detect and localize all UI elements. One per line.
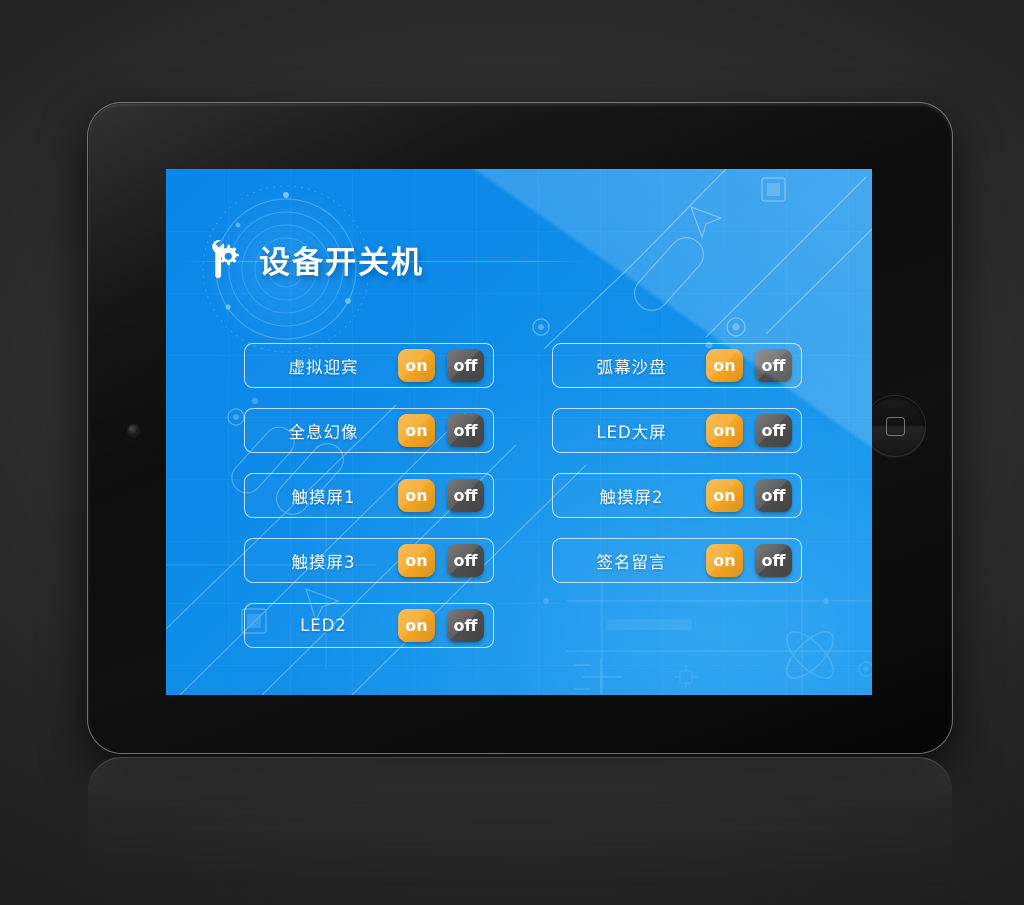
app-header: 设备开关机 (166, 169, 872, 353)
off-label: off (761, 356, 786, 375)
device-row[interactable]: 虚拟迎宾 on off (244, 343, 494, 388)
off-label: off (761, 421, 786, 440)
device-row[interactable]: 触摸屏1 on off (244, 473, 494, 518)
device-panel: 虚拟迎宾 on off 全息幻像 on off 触摸屏1 on off 触摸屏3… (244, 343, 802, 648)
on-button[interactable]: on (398, 414, 435, 447)
device-label: 触摸屏2 (599, 487, 664, 507)
on-label: on (713, 356, 736, 375)
switch-group: on off (706, 349, 792, 382)
on-label: on (713, 551, 736, 570)
switch-group: on off (398, 609, 484, 642)
on-button[interactable]: on (706, 479, 743, 512)
on-button[interactable]: on (706, 414, 743, 447)
off-label: off (761, 486, 786, 505)
device-column-right: 弧幕沙盘 on off LED大屏 on off 触摸屏2 on off 签名留… (552, 343, 802, 648)
tablet-device: 设备开关机 虚拟迎宾 on off 全息幻像 on off 触摸屏1 on of… (88, 103, 952, 753)
off-button[interactable]: off (447, 349, 484, 382)
off-label: off (453, 616, 478, 635)
on-label: on (713, 486, 736, 505)
switch-group: on off (398, 414, 484, 447)
tablet-reflection (88, 757, 952, 905)
on-label: on (713, 421, 736, 440)
device-label: 全息幻像 (288, 422, 359, 442)
device-column-left: 虚拟迎宾 on off 全息幻像 on off 触摸屏1 on off 触摸屏3… (244, 343, 494, 648)
switch-group: on off (706, 544, 792, 577)
switch-group: on off (398, 479, 484, 512)
camera-lens-icon (128, 425, 139, 436)
page-title: 设备开关机 (208, 231, 424, 287)
switch-group: on off (398, 349, 484, 382)
off-button[interactable]: off (447, 414, 484, 447)
switch-group: on off (398, 544, 484, 577)
on-label: on (405, 421, 428, 440)
off-button[interactable]: off (755, 544, 792, 577)
device-row[interactable]: LED大屏 on off (552, 408, 802, 453)
off-label: off (453, 551, 478, 570)
switch-group: on off (706, 414, 792, 447)
off-label: off (453, 421, 478, 440)
on-button[interactable]: on (706, 544, 743, 577)
off-label: off (453, 356, 478, 375)
device-row[interactable]: 触摸屏3 on off (244, 538, 494, 583)
on-button[interactable]: on (398, 609, 435, 642)
off-button[interactable]: off (447, 544, 484, 577)
on-label: on (405, 551, 428, 570)
on-button[interactable]: on (398, 544, 435, 577)
off-button[interactable]: off (447, 479, 484, 512)
off-button[interactable]: off (755, 349, 792, 382)
off-button[interactable]: off (447, 609, 484, 642)
home-square-icon (885, 416, 905, 436)
device-row[interactable]: 触摸屏2 on off (552, 473, 802, 518)
on-label: on (405, 356, 428, 375)
device-row[interactable]: LED2 on off (244, 603, 494, 648)
on-label: on (405, 486, 428, 505)
device-label: LED大屏 (596, 422, 667, 442)
device-label: 虚拟迎宾 (288, 357, 359, 377)
device-label: 触摸屏3 (291, 552, 356, 572)
device-row[interactable]: 签名留言 on off (552, 538, 802, 583)
home-button[interactable] (864, 395, 926, 457)
on-label: on (405, 616, 428, 635)
switch-group: on off (706, 479, 792, 512)
off-label: off (761, 551, 786, 570)
device-label: LED2 (300, 616, 347, 635)
device-label: 弧幕沙盘 (596, 357, 667, 377)
on-button[interactable]: on (398, 479, 435, 512)
app-screen: 设备开关机 虚拟迎宾 on off 全息幻像 on off 触摸屏1 on of… (166, 169, 872, 695)
on-button[interactable]: on (398, 349, 435, 382)
wrench-gear-icon (212, 239, 239, 279)
device-label: 触摸屏1 (291, 487, 356, 507)
off-button[interactable]: off (755, 479, 792, 512)
off-button[interactable]: off (755, 414, 792, 447)
on-button[interactable]: on (706, 349, 743, 382)
off-label: off (453, 486, 478, 505)
scene-backdrop: 设备开关机 虚拟迎宾 on off 全息幻像 on off 触摸屏1 on of… (0, 0, 1024, 905)
device-label: 签名留言 (596, 552, 667, 572)
device-row[interactable]: 弧幕沙盘 on off (552, 343, 802, 388)
device-row[interactable]: 全息幻像 on off (244, 408, 494, 453)
page-title-text: 设备开关机 (259, 244, 424, 281)
